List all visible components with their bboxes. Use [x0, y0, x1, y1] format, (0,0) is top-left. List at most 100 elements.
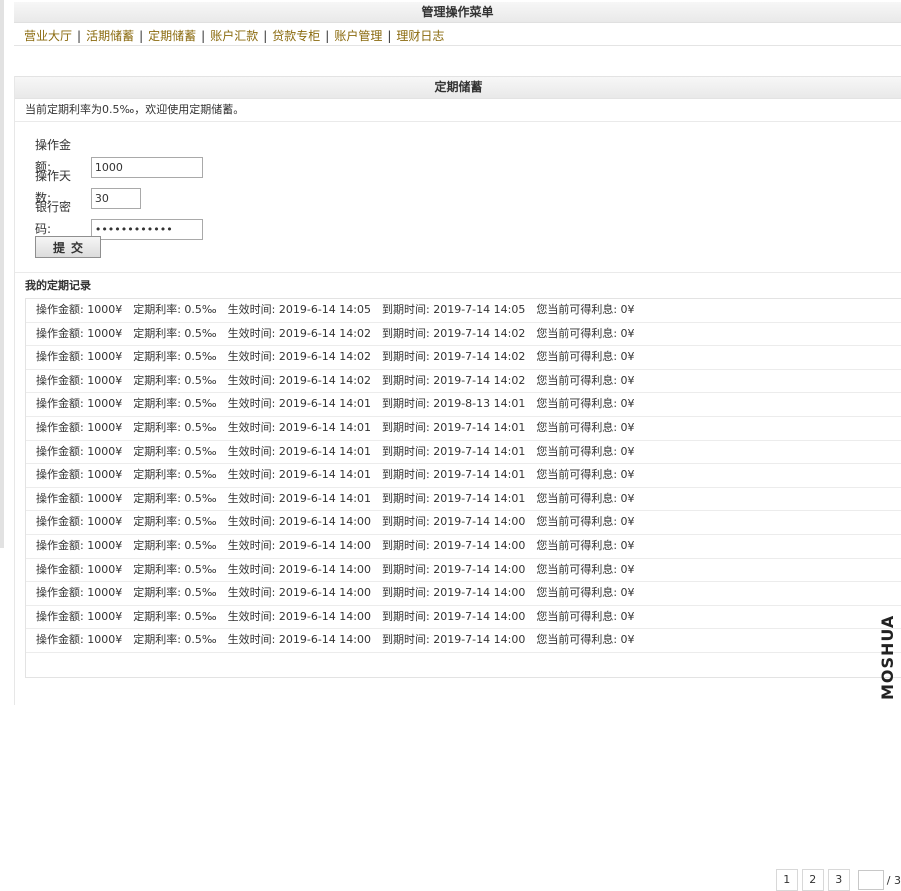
record-row: 操作金额: 1000¥ 定期利率: 0.5‰ 生效时间: 2019-6-14 14:… [26, 323, 901, 347]
record-rate: 定期利率: 0.5‰ [133, 468, 217, 482]
record-row: 操作金额: 1000¥ 定期利率: 0.5‰ 生效时间: 2019-6-14 14:… [26, 441, 901, 465]
menu-item-business-hall[interactable]: 营业大厅 [24, 29, 72, 43]
record-start-time: 生效时间: 2019-6-14 14:00 [227, 586, 371, 600]
record-interest: 您当前可得利息: 0¥ [536, 562, 635, 576]
fixed-deposit-title: 定期储蓄 [15, 76, 901, 99]
record-amount: 操作金额: 1000¥ [36, 397, 123, 411]
record-interest: 您当前可得利息: 0¥ [536, 326, 635, 340]
record-start-time: 生效时间: 2019-6-14 14:05 [227, 303, 371, 316]
record-end-time: 到期时间: 2019-7-14 14:02 [382, 373, 526, 387]
record-row: 操作金额: 1000¥ 定期利率: 0.5‰ 生效时间: 2019-6-14 14:… [26, 582, 901, 606]
record-interest: 您当前可得利息: 0¥ [536, 444, 635, 458]
page-3-button[interactable]: 3 [827, 869, 850, 891]
record-rate: 定期利率: 0.5‰ [133, 444, 217, 458]
menu-item-finance-log[interactable]: 理财日志 [396, 29, 444, 43]
records-list: 操作金额: 1000¥ 定期利率: 0.5‰ 生效时间: 2019-6-14 14:… [25, 298, 901, 891]
menu-item-fixed-savings[interactable]: 定期储蓄 [148, 29, 196, 43]
record-end-time: 到期时间: 2019-7-14 14:00 [382, 538, 526, 552]
record-row: 操作金额: 1000¥ 定期利率: 0.5‰ 生效时间: 2019-6-14 14:… [26, 535, 901, 559]
page-total: / 3 [886, 873, 901, 887]
menu-separator: | [201, 29, 206, 43]
record-end-time: 到期时间: 2019-7-14 14:02 [382, 350, 526, 364]
menu-separator: | [139, 29, 144, 43]
record-row: 操作金额: 1000¥ 定期利率: 0.5‰ 生效时间: 2019-6-14 14:… [26, 417, 901, 441]
page-1-button[interactable]: 1 [775, 869, 798, 891]
menu-item-loan-counter[interactable]: 贷款专柜 [272, 29, 320, 43]
record-interest: 您当前可得利息: 0¥ [536, 350, 635, 364]
record-end-time: 到期时间: 2019-8-13 14:01 [382, 397, 526, 411]
record-interest: 您当前可得利息: 0¥ [536, 491, 635, 505]
record-amount: 操作金额: 1000¥ [36, 373, 123, 387]
record-end-time: 到期时间: 2019-7-14 14:01 [382, 491, 526, 505]
password-row: 银行密码: [35, 196, 203, 240]
record-amount: 操作金额: 1000¥ [36, 468, 123, 482]
fixed-deposit-panel: 定期储蓄 当前定期利率为0.5‰，欢迎使用定期储蓄。 操作金额: 操作天数: 银… [14, 76, 901, 891]
record-start-time: 生效时间: 2019-6-14 14:00 [227, 633, 371, 647]
record-start-time: 生效时间: 2019-6-14 14:01 [227, 468, 371, 482]
records-title: 我的定期记录 [25, 279, 91, 292]
record-amount: 操作金额: 1000¥ [36, 609, 123, 623]
menu-item-account-management[interactable]: 账户管理 [334, 29, 382, 43]
record-start-time: 生效时间: 2019-6-14 14:00 [227, 562, 371, 576]
record-interest: 您当前可得利息: 0¥ [536, 420, 635, 434]
record-interest: 您当前可得利息: 0¥ [536, 373, 635, 387]
menu-item-demand-savings[interactable]: 活期储蓄 [86, 29, 134, 43]
record-row: 操作金额: 1000¥ 定期利率: 0.5‰ 生效时间: 2019-6-14 14:… [26, 511, 901, 535]
records-divider [15, 272, 901, 273]
record-amount: 操作金额: 1000¥ [36, 586, 123, 600]
record-amount: 操作金额: 1000¥ [36, 633, 123, 647]
menu-separator: | [77, 29, 82, 43]
record-amount: 操作金额: 1000¥ [36, 491, 123, 505]
record-row: 操作金额: 1000¥ 定期利率: 0.5‰ 生效时间: 2019-6-14 14:… [26, 464, 901, 488]
record-end-time: 到期时间: 2019-7-14 14:00 [382, 633, 526, 647]
record-start-time: 生效时间: 2019-6-14 14:01 [227, 397, 371, 411]
record-start-time: 生效时间: 2019-6-14 14:01 [227, 420, 371, 434]
record-rate: 定期利率: 0.5‰ [133, 350, 217, 364]
page-jump-input[interactable] [857, 870, 884, 890]
record-rate: 定期利率: 0.5‰ [133, 538, 217, 552]
record-rate: 定期利率: 0.5‰ [133, 609, 217, 623]
menu-item-remittance[interactable]: 账户汇款 [210, 29, 258, 43]
record-rate: 定期利率: 0.5‰ [133, 303, 217, 316]
watermark-text: MOSHUA [878, 614, 897, 700]
record-rate: 定期利率: 0.5‰ [133, 326, 217, 340]
record-row: 操作金额: 1000¥ 定期利率: 0.5‰ 生效时间: 2019-6-14 14:… [26, 559, 901, 583]
record-amount: 操作金额: 1000¥ [36, 326, 123, 340]
record-end-time: 到期时间: 2019-7-14 14:01 [382, 420, 526, 434]
record-interest: 您当前可得利息: 0¥ [536, 468, 635, 482]
menu-separator: | [263, 29, 268, 43]
page-2-button[interactable]: 2 [801, 869, 824, 891]
record-interest: 您当前可得利息: 0¥ [536, 609, 635, 623]
record-row: 操作金额: 1000¥ 定期利率: 0.5‰ 生效时间: 2019-6-14 14:… [26, 346, 901, 370]
record-start-time: 生效时间: 2019-6-14 14:02 [227, 326, 371, 340]
record-start-time: 生效时间: 2019-6-14 14:00 [227, 538, 371, 552]
days-row: 操作天数: [35, 165, 141, 209]
record-end-time: 到期时间: 2019-7-14 14:01 [382, 444, 526, 458]
record-rate: 定期利率: 0.5‰ [133, 515, 217, 529]
record-rate: 定期利率: 0.5‰ [133, 397, 217, 411]
record-start-time: 生效时间: 2019-6-14 14:00 [227, 609, 371, 623]
record-end-time: 到期时间: 2019-7-14 14:00 [382, 515, 526, 529]
record-interest: 您当前可得利息: 0¥ [536, 397, 635, 411]
amount-row: 操作金额: [35, 134, 203, 178]
record-start-time: 生效时间: 2019-6-14 14:02 [227, 350, 371, 364]
record-end-time: 到期时间: 2019-7-14 14:02 [382, 326, 526, 340]
password-label: 银行密码: [35, 200, 72, 236]
record-end-time: 到期时间: 2019-7-14 14:00 [382, 609, 526, 623]
admin-menu-title: 管理操作菜单 [14, 2, 901, 23]
record-rate: 定期利率: 0.5‰ [133, 633, 217, 647]
record-interest: 您当前可得利息: 0¥ [536, 538, 635, 552]
record-amount: 操作金额: 1000¥ [36, 444, 123, 458]
record-interest: 您当前可得利息: 0¥ [536, 586, 635, 600]
interest-rate-notice: 当前定期利率为0.5‰，欢迎使用定期储蓄。 [15, 99, 901, 122]
record-row: 操作金额: 1000¥ 定期利率: 0.5‰ 生效时间: 2019-6-14 14:… [26, 629, 901, 653]
record-rate: 定期利率: 0.5‰ [133, 586, 217, 600]
record-amount: 操作金额: 1000¥ [36, 420, 123, 434]
record-row: 操作金额: 1000¥ 定期利率: 0.5‰ 生效时间: 2019-6-14 14:… [26, 393, 901, 417]
record-amount: 操作金额: 1000¥ [36, 303, 123, 316]
submit-button[interactable]: 提交 [35, 236, 101, 258]
left-frame-edge [0, 0, 4, 548]
record-row: 操作金额: 1000¥ 定期利率: 0.5‰ 生效时间: 2019-6-14 14:… [26, 299, 901, 323]
bank-password-input[interactable] [90, 219, 203, 240]
record-amount: 操作金额: 1000¥ [36, 562, 123, 576]
